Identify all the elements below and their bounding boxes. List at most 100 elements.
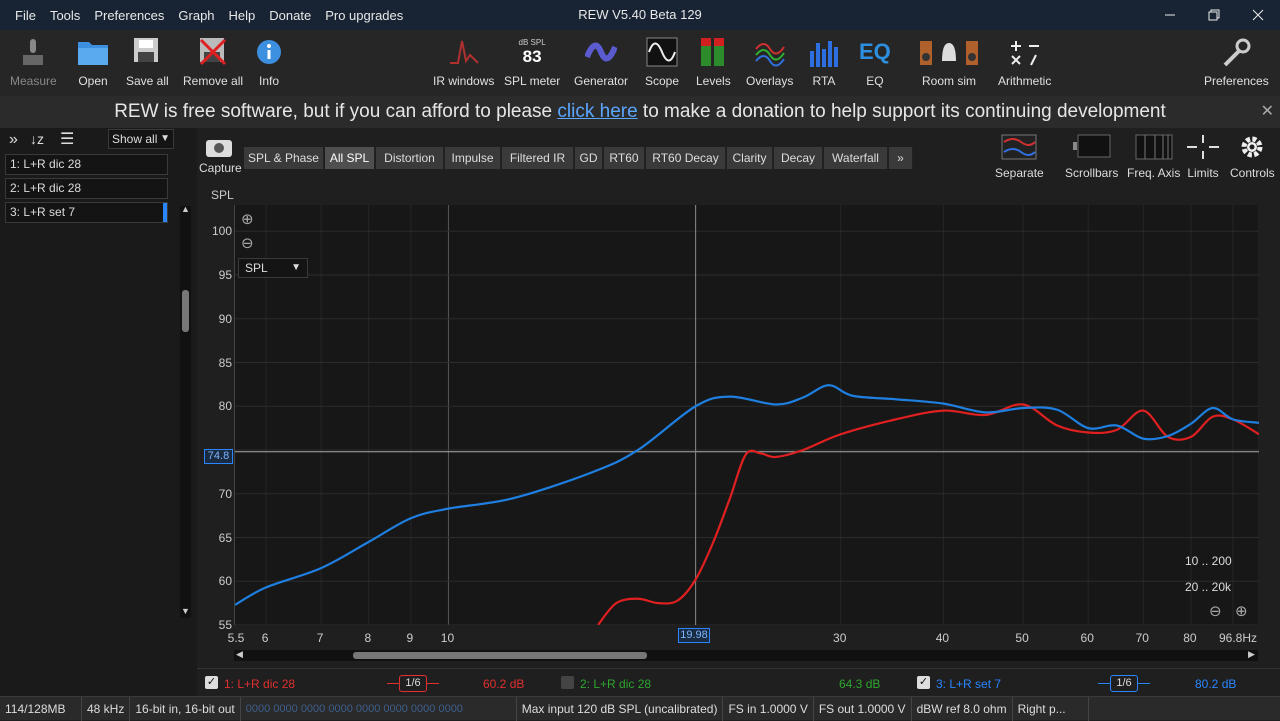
legend-value-1: 60.2 dB bbox=[483, 677, 525, 691]
max-input: Max input 120 dB SPL (uncalibrated) bbox=[517, 696, 724, 721]
tab-rt60-decay[interactable]: RT60 Decay bbox=[646, 147, 726, 169]
menu-donate[interactable]: Donate bbox=[262, 8, 318, 23]
y-tick-label: 80 bbox=[218, 399, 232, 414]
x-tick-label: 80 bbox=[1183, 631, 1197, 645]
x-tick-label: 7 bbox=[316, 631, 324, 645]
x-zoom-out-icon[interactable]: ⊖ bbox=[1209, 602, 1222, 620]
restore-button[interactable] bbox=[1192, 0, 1236, 30]
sort-icon[interactable]: ↓z bbox=[30, 131, 44, 147]
menu-graph[interactable]: Graph bbox=[171, 8, 221, 23]
eq-icon: EQ bbox=[859, 34, 891, 70]
measurement-item[interactable]: 3: L+R set 7 bbox=[5, 202, 168, 223]
show-all-value: Show all bbox=[112, 132, 158, 146]
open-button[interactable]: Open bbox=[77, 34, 109, 88]
toolbar: Measure Open Save all Remove all Info IR… bbox=[0, 30, 1280, 96]
cursor-y-readout: 74.8 bbox=[204, 449, 233, 464]
tab-rt60[interactable]: RT60 bbox=[604, 147, 645, 169]
save-all-button[interactable]: Save all bbox=[126, 34, 169, 88]
controls-label: Controls bbox=[1230, 166, 1275, 180]
x-tick-label: 9 bbox=[406, 631, 414, 645]
tab-all-spl[interactable]: All SPL bbox=[325, 147, 375, 169]
levels-button[interactable]: Levels bbox=[696, 34, 731, 88]
chevron-down-icon: ▼ bbox=[291, 262, 301, 273]
x-tick-label: 6 bbox=[261, 631, 269, 645]
list-scrollbar[interactable]: ▲ ▼ bbox=[180, 204, 191, 618]
tab-distortion[interactable]: Distortion bbox=[376, 147, 444, 169]
info-button[interactable]: Info bbox=[256, 34, 282, 88]
spl-select[interactable]: SPL ▼ bbox=[238, 258, 308, 278]
eq-button[interactable]: EQ EQ bbox=[859, 34, 891, 88]
smoothing-value-1: 1/6 bbox=[399, 675, 427, 692]
tab-waterfall[interactable]: Waterfall bbox=[824, 147, 888, 169]
arithmetic-button[interactable]: Arithmetic bbox=[998, 34, 1051, 88]
tab-spl-phase[interactable]: SPL & Phase bbox=[244, 147, 324, 169]
rta-button[interactable]: RTA bbox=[809, 34, 839, 88]
preferences-button[interactable]: Preferences bbox=[1204, 34, 1269, 88]
donate-link[interactable]: click here bbox=[557, 101, 637, 122]
scroll-right-icon[interactable]: ▶ bbox=[1248, 649, 1255, 660]
x-scrollbar-thumb[interactable] bbox=[353, 652, 647, 659]
measurement-item[interactable]: 1: L+R dic 28 bbox=[5, 154, 168, 175]
x-scrollbar[interactable]: ◀ ▶ bbox=[234, 649, 1258, 661]
smoothing-badge-3[interactable]: 1/6 bbox=[1098, 675, 1150, 693]
x-tick-label: 50 bbox=[1015, 631, 1029, 645]
range-preset-full[interactable]: 20 .. 20k bbox=[1185, 580, 1231, 594]
controls-button[interactable]: Controls bbox=[1230, 134, 1275, 180]
tab-more[interactable]: » bbox=[889, 147, 913, 169]
scrollbars-icon bbox=[1072, 134, 1111, 158]
menu-preferences[interactable]: Preferences bbox=[87, 8, 171, 23]
smoothing-badge-1[interactable]: 1/6 bbox=[387, 675, 439, 693]
legend-checkbox-1[interactable]: ✓ bbox=[205, 676, 218, 689]
close-button[interactable] bbox=[1236, 0, 1280, 30]
capture-button[interactable]: Capture bbox=[199, 136, 242, 175]
banner-close-icon[interactable]: ✕ bbox=[1261, 96, 1274, 128]
levels-icon bbox=[701, 38, 725, 66]
remove-all-button[interactable]: Remove all bbox=[183, 34, 243, 88]
minimize-button[interactable] bbox=[1148, 0, 1192, 30]
tab-impulse[interactable]: Impulse bbox=[445, 147, 501, 169]
microphone-icon bbox=[23, 39, 44, 65]
menu-pro-upgrades[interactable]: Pro upgrades bbox=[318, 8, 410, 23]
generator-button[interactable]: Generator bbox=[574, 34, 628, 88]
show-all-select[interactable]: Show all ▼ bbox=[108, 129, 174, 149]
room-sim-button[interactable]: Room sim bbox=[920, 34, 978, 88]
collapse-icon[interactable]: » bbox=[9, 131, 18, 149]
limits-button[interactable]: Limits bbox=[1185, 134, 1221, 180]
menu-file[interactable]: File bbox=[8, 8, 43, 23]
zoom-out-icon[interactable]: ⊖ bbox=[241, 234, 254, 252]
scrollbar-thumb[interactable] bbox=[182, 290, 189, 332]
freq-axis-button[interactable]: Freq. Axis bbox=[1127, 134, 1180, 180]
x-zoom-in-icon[interactable]: ⊕ bbox=[1235, 602, 1248, 620]
separate-button[interactable]: Separate bbox=[995, 134, 1044, 180]
measure-label: Measure bbox=[10, 74, 57, 88]
menu-help[interactable]: Help bbox=[222, 8, 263, 23]
y-tick-label: 60 bbox=[218, 574, 232, 589]
spl-meter-button[interactable]: dB SPL 83 SPL meter bbox=[504, 34, 560, 89]
scroll-up-icon[interactable]: ▲ bbox=[181, 204, 190, 214]
scroll-down-icon[interactable]: ▼ bbox=[181, 606, 190, 616]
menu-icon[interactable]: ☰ bbox=[60, 129, 74, 149]
wrench-icon bbox=[1223, 38, 1251, 67]
tab-filtered-ir[interactable]: Filtered IR bbox=[502, 147, 574, 169]
menu-tools[interactable]: Tools bbox=[43, 8, 87, 23]
range-preset-low[interactable]: 10 .. 200 bbox=[1185, 554, 1232, 568]
zoom-in-icon[interactable]: ⊕ bbox=[241, 210, 254, 228]
title-bar: File Tools Preferences Graph Help Donate… bbox=[0, 0, 1280, 30]
measurement-item[interactable]: 2: L+R dic 28 bbox=[5, 178, 168, 199]
ir-windows-button[interactable]: IR windows bbox=[433, 34, 494, 88]
tab-clarity[interactable]: Clarity bbox=[727, 147, 773, 169]
tab-gd[interactable]: GD bbox=[575, 147, 603, 169]
legend-checkbox-2[interactable] bbox=[561, 676, 574, 689]
x-tick-label: 10 bbox=[440, 631, 455, 645]
legend-checkbox-3[interactable]: ✓ bbox=[917, 676, 930, 689]
overlays-button[interactable]: Overlays bbox=[746, 34, 793, 88]
spl-value: 83 bbox=[522, 46, 542, 66]
scrollbars-button[interactable]: Scrollbars bbox=[1065, 134, 1118, 180]
spl-plot[interactable]: ⊕ ⊖ SPL ▼ 10 .. 200 20 .. 20k ⊖ ⊕ bbox=[234, 205, 1259, 625]
arithmetic-label: Arithmetic bbox=[998, 74, 1052, 88]
measure-button[interactable]: Measure bbox=[10, 34, 57, 88]
scope-button[interactable]: Scope bbox=[645, 34, 679, 88]
tab-decay[interactable]: Decay bbox=[774, 147, 823, 169]
minimize-icon bbox=[1165, 14, 1175, 16]
scroll-left-icon[interactable]: ◀ bbox=[236, 649, 243, 660]
